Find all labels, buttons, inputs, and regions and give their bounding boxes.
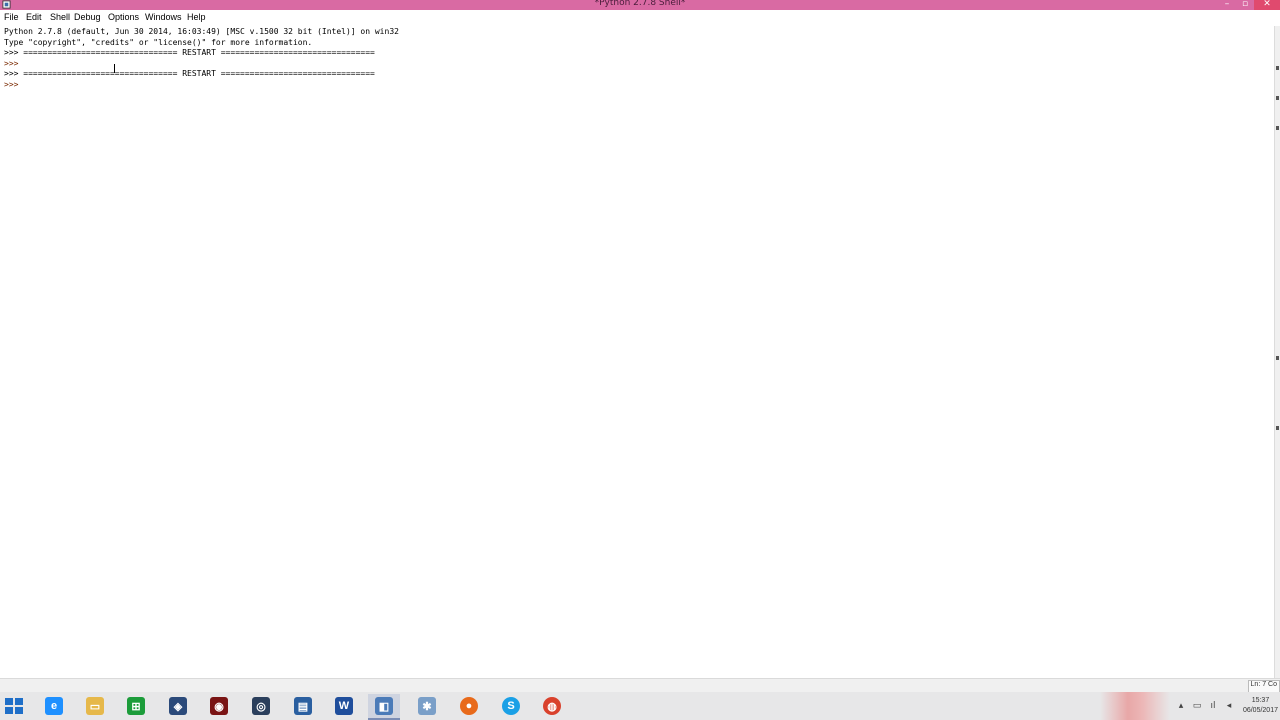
tray-highlight (1100, 692, 1170, 720)
minimize-button[interactable]: – (1218, 0, 1236, 10)
scroll-marker (1276, 66, 1279, 70)
tray-volume-icon[interactable]: ◂ (1224, 701, 1234, 711)
tray-chevron-up-icon[interactable]: ▴ (1176, 701, 1186, 711)
taskbar-tool-app-icon[interactable]: ✱ (411, 694, 443, 718)
tray-screen-icon[interactable]: ▭ (1192, 701, 1202, 711)
taskbar-skype-icon[interactable]: S (495, 694, 527, 718)
clock-date: 06/05/2017 (1242, 707, 1278, 714)
close-button[interactable]: ✕ (1254, 0, 1280, 10)
title-bar[interactable]: *Python 2.7.8 Shell* – ▫ ✕ (0, 0, 1280, 10)
shell-prompt-line: >>> (4, 59, 24, 68)
scroll-marker (1276, 426, 1279, 430)
taskbar-internet-explorer-icon[interactable]: e (38, 694, 70, 718)
system-tray: ▴ ▭ ıl ◂ 15:37 06/05/2017 (1100, 692, 1280, 720)
mouse-ibeam-cursor (114, 64, 115, 73)
clock-time: 15:37 (1251, 697, 1270, 704)
taskbar-python-idle-icon[interactable]: ◧ (368, 694, 400, 720)
taskbar-acrobat-icon[interactable]: ◉ (203, 694, 235, 718)
shell-banner-line: Python 2.7.8 (default, Jun 30 2014, 16:0… (4, 27, 399, 36)
maximize-button[interactable]: ▫ (1236, 0, 1254, 10)
shell-restart-line: >>> ================================ RES… (4, 69, 375, 78)
taskbar-media-app-icon[interactable]: ◎ (245, 694, 277, 718)
menu-windows[interactable]: Windows (145, 12, 182, 22)
taskbar-word-icon[interactable]: W (328, 694, 360, 718)
window-title: *Python 2.7.8 Shell* (594, 0, 686, 8)
status-bar: Ln: 7 Co (0, 678, 1280, 693)
shell-prompt-line: >>> (4, 80, 24, 89)
taskbar-chrome-icon[interactable]: ◍ (536, 694, 568, 718)
shell-info-line: Type "copyright", "credits" or "license(… (4, 38, 313, 47)
tray-network-icon[interactable]: ıl (1208, 701, 1218, 711)
scroll-marker (1276, 96, 1279, 100)
shell-restart-line: >>> ================================ RES… (4, 48, 375, 57)
taskbar-firefox-icon[interactable]: ● (453, 694, 485, 718)
windows-start-icon[interactable] (5, 698, 23, 714)
menu-debug[interactable]: Debug (74, 12, 101, 22)
vertical-scrollbar[interactable] (1274, 26, 1280, 678)
taskbar-store-icon[interactable]: ⊞ (120, 694, 152, 718)
clock[interactable]: 15:37 06/05/2017 (1243, 696, 1278, 716)
menu-shell[interactable]: Shell (50, 12, 70, 22)
taskbar-monitor-app-icon[interactable]: ▤ (287, 694, 319, 718)
taskbar: e ▭ ⊞ ◈ ◉ ◎ ▤ W ◧ ✱ ● S ◍ ▴ ▭ ıl ◂ 15:37 (0, 692, 1280, 720)
scroll-marker (1276, 356, 1279, 360)
taskbar-file-explorer-icon[interactable]: ▭ (79, 694, 111, 718)
scroll-marker (1276, 126, 1279, 130)
menu-options[interactable]: Options (108, 12, 139, 22)
taskbar-remote-app-icon[interactable]: ◈ (162, 694, 194, 718)
menu-help[interactable]: Help (187, 12, 206, 22)
menu-bar: File Edit Shell Debug Options Windows He… (0, 10, 1280, 26)
menu-edit[interactable]: Edit (26, 12, 42, 22)
shell-text-area[interactable]: Python 2.7.8 (default, Jun 30 2014, 16:0… (0, 26, 1274, 678)
menu-file[interactable]: File (4, 12, 19, 22)
